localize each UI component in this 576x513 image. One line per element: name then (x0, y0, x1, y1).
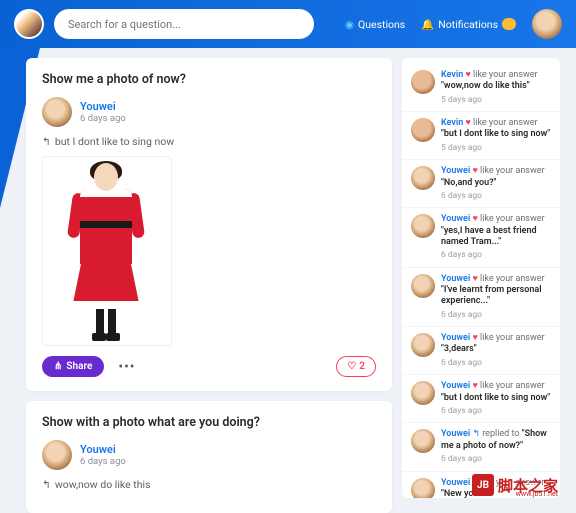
notification-text: Youwei ♥ like your answer "3,dears"6 day… (441, 333, 551, 368)
notification-avatar (411, 274, 435, 298)
watermark-url: www.jb51.net (516, 490, 558, 498)
share-label: Share (66, 361, 92, 372)
notification-time: 6 days ago (441, 454, 551, 465)
post-author-row: Youwei 6 days ago (42, 440, 376, 470)
reply-text: ↰ wow,now do like this (42, 478, 376, 491)
notification-badge (502, 18, 516, 30)
notification-text: Youwei ♥ like your answer "No,and you?"6… (441, 166, 551, 201)
notification-time: 6 days ago (441, 358, 551, 369)
author-name[interactable]: Youwei (80, 443, 126, 456)
like-button[interactable]: ♡ 2 (336, 356, 376, 377)
user-avatar[interactable] (532, 9, 562, 39)
watermark-logo: JB (472, 474, 494, 496)
share-button[interactable]: ⋔ Share (42, 356, 104, 377)
notification-text: Youwei ♥ like your answer "but I dont li… (441, 381, 551, 416)
heart-icon: ♥ (472, 166, 477, 176)
notification-time: 6 days ago (441, 250, 551, 261)
notification-time: 6 days ago (441, 310, 551, 321)
post-photo[interactable] (42, 156, 172, 346)
bell-icon: 🔔 (421, 18, 434, 31)
notification-item[interactable]: Youwei ↰ replied to "Show me a photo of … (402, 423, 560, 471)
notification-item[interactable]: Youwei ♥ like your answer "No,and you?"6… (402, 160, 560, 208)
notification-time: 6 days ago (441, 406, 551, 417)
reply-content: but I dont like to sing now (55, 135, 174, 148)
notification-time: 5 days ago (441, 95, 551, 106)
notification-avatar (411, 429, 435, 453)
reply-text: ↰ but I dont like to sing now (42, 135, 376, 148)
author-name[interactable]: Youwei (80, 100, 126, 113)
notification-avatar (411, 333, 435, 357)
notification-avatar (411, 166, 435, 190)
post-author-row: Youwei 6 days ago (42, 97, 376, 127)
author-avatar[interactable] (42, 440, 72, 470)
post-footer: ⋔ Share ••• ♡ 2 (42, 356, 376, 377)
post-title: Show with a photo what are you doing? (42, 415, 376, 430)
header: ◉ Questions 🔔 Notifications (0, 0, 576, 48)
search-input[interactable] (54, 9, 314, 39)
notification-avatar (411, 214, 435, 238)
heart-icon: ♡ (347, 361, 356, 372)
nav-notifications-label: Notifications (438, 18, 498, 31)
nav-notifications[interactable]: 🔔 Notifications (421, 18, 516, 31)
more-button[interactable]: ••• (110, 359, 143, 375)
questions-icon: ◉ (345, 18, 354, 31)
notification-item[interactable]: Youwei ♥ like your answer "yes,I have a … (402, 208, 560, 267)
heart-icon: ♥ (472, 381, 477, 391)
notification-item[interactable]: Youwei ♥ like your answer "I've learnt f… (402, 268, 560, 327)
post-time: 6 days ago (80, 113, 126, 124)
nav-questions-label: Questions (358, 18, 405, 31)
heart-icon: ♥ (472, 333, 477, 343)
notification-avatar (411, 118, 435, 142)
notification-text: Kevin ♥ like your answer "but I dont lik… (441, 118, 551, 153)
reply-icon: ↰ (42, 478, 51, 491)
notification-avatar (411, 70, 435, 94)
heart-icon: ♥ (472, 274, 477, 284)
notification-item[interactable]: Youwei ♥ like your answer "but I dont li… (402, 375, 560, 423)
reply-icon: ↰ (472, 429, 480, 439)
logo-avatar[interactable] (14, 9, 44, 39)
post-time: 6 days ago (80, 456, 126, 467)
notification-avatar (411, 381, 435, 405)
main-column: Show me a photo of now? Youwei 6 days ag… (26, 58, 392, 513)
nav-questions[interactable]: ◉ Questions (345, 18, 405, 31)
reply-content: wow,now do like this (55, 478, 151, 491)
heart-icon: ♥ (465, 70, 470, 80)
notification-text: Youwei ↰ replied to "Show me a photo of … (441, 429, 551, 464)
notification-item[interactable]: Kevin ♥ like your answer "wow,now do lik… (402, 64, 560, 112)
notification-text: Youwei ♥ like your answer "I've learnt f… (441, 274, 551, 320)
notification-text: Youwei ♥ like your answer "yes,I have a … (441, 214, 551, 260)
notification-time: 6 days ago (441, 191, 551, 202)
author-avatar[interactable] (42, 97, 72, 127)
reply-icon: ↰ (42, 135, 51, 148)
post-card: Show with a photo what are you doing? Yo… (26, 401, 392, 513)
watermark: JB 脚本之家 www.jb51.net (472, 474, 558, 496)
post-card: Show me a photo of now? Youwei 6 days ag… (26, 58, 392, 391)
notification-item[interactable]: Youwei ♥ like your answer "3,dears"6 day… (402, 327, 560, 375)
notifications-panel: Kevin ♥ like your answer "wow,now do lik… (402, 58, 560, 498)
like-count: 2 (359, 361, 365, 372)
post-title: Show me a photo of now? (42, 72, 376, 87)
notification-time: 5 days ago (441, 143, 551, 154)
heart-icon: ♥ (465, 118, 470, 128)
notification-text: Kevin ♥ like your answer "wow,now do lik… (441, 70, 551, 105)
search-wrap (54, 9, 314, 39)
share-icon: ⋔ (54, 361, 62, 372)
heart-icon: ♥ (472, 214, 477, 224)
notification-item[interactable]: Kevin ♥ like your answer "but I dont lik… (402, 112, 560, 160)
nav-links: ◉ Questions 🔔 Notifications (345, 9, 562, 39)
notification-avatar (411, 478, 435, 499)
